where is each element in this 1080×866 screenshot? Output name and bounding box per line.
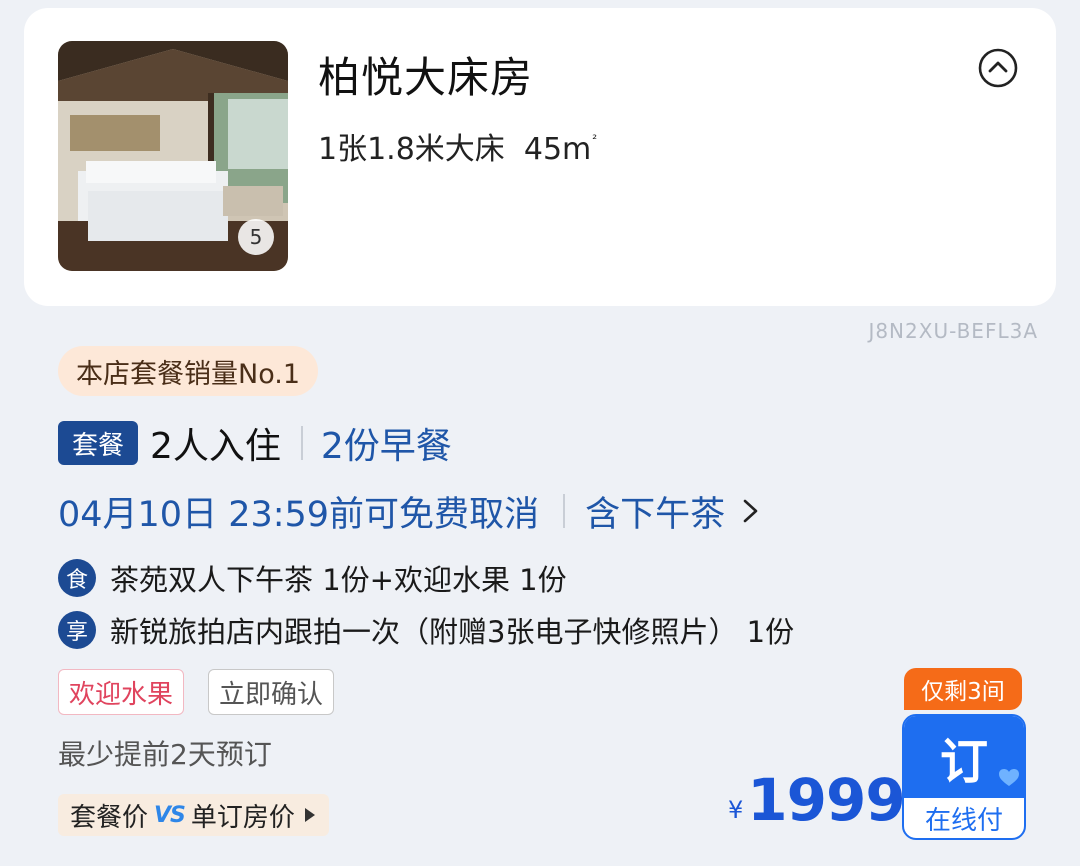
room-area: 45m — [523, 132, 592, 167]
package-tag: 套餐 — [58, 421, 138, 465]
divider — [300, 426, 303, 460]
vs-icon: VS — [154, 802, 186, 828]
room-card[interactable]: 5 柏悦大床房 1张1.8米大床 45m² — [24, 8, 1056, 306]
food-icon: 食 — [58, 559, 96, 597]
perk-item-food: 食 茶苑双人下午茶 1份+欢迎水果 1份 — [58, 557, 567, 599]
price: ¥ 1999 — [728, 766, 906, 834]
afternoon-tea-info[interactable]: 含下午茶 — [585, 486, 725, 537]
enjoy-icon: 享 — [58, 611, 96, 649]
collapse-chevron-up-icon[interactable] — [978, 48, 1018, 88]
perk-item-enjoy: 享 新锐旅拍店内跟拍一次（附赠3张电子快修照片） 1份 — [58, 609, 794, 651]
policy-row[interactable]: 04月10日 23:59前可免费取消 含下午茶 — [58, 486, 763, 536]
book-label: 订 — [939, 734, 988, 790]
breakfast-info: 2份早餐 — [320, 426, 452, 467]
package-price-label: 套餐价 — [70, 802, 149, 833]
watermark-code: J8N2XU-BEFL3A — [868, 319, 1038, 343]
photo-count-badge: 5 — [238, 219, 274, 255]
chevron-right-icon[interactable] — [737, 494, 763, 528]
free-cancel-policy[interactable]: 04月10日 23:59前可免费取消 — [58, 486, 539, 537]
perk-text: 新锐旅拍店内跟拍一次（附赠3张电子快修照片） 1份 — [110, 615, 795, 649]
room-bed-info: 1张1.8米大床 45m² — [318, 124, 597, 168]
price-amount: 1999 — [747, 766, 905, 834]
book-button[interactable]: 订 在线付 — [902, 714, 1026, 840]
rooms-left-badge: 仅剩3间 — [904, 668, 1022, 710]
price-compare-button[interactable]: 套餐价 VS 单订房价 — [58, 794, 329, 836]
guest-count: 2人入住 — [150, 426, 281, 467]
area-unit: ² — [592, 132, 598, 146]
online-pay-label: 在线付 — [924, 805, 1003, 836]
chip-instant-confirm: 立即确认 — [208, 669, 335, 715]
bed-type: 1张1.8米大床 — [318, 132, 505, 167]
book-button-top[interactable]: 订 — [904, 716, 1024, 798]
perk-text: 茶苑双人下午茶 1份+欢迎水果 1份 — [110, 563, 567, 597]
package-summary: 套餐 2人入住 2份早餐 — [58, 418, 452, 468]
currency-symbol: ¥ — [728, 796, 744, 824]
chip-welcome-fruit: 欢迎水果 — [58, 669, 185, 715]
heart-icon — [999, 769, 1019, 786]
advance-booking-note: 最少提前2天预订 — [58, 738, 272, 771]
play-arrow-icon — [304, 808, 315, 822]
sales-rank-badge: 本店套餐销量No.1 — [58, 346, 319, 396]
room-only-price-label: 单订房价 — [190, 802, 295, 833]
divider — [563, 494, 566, 528]
room-name: 柏悦大床房 — [318, 53, 534, 102]
room-photo[interactable]: 5 — [58, 41, 288, 271]
